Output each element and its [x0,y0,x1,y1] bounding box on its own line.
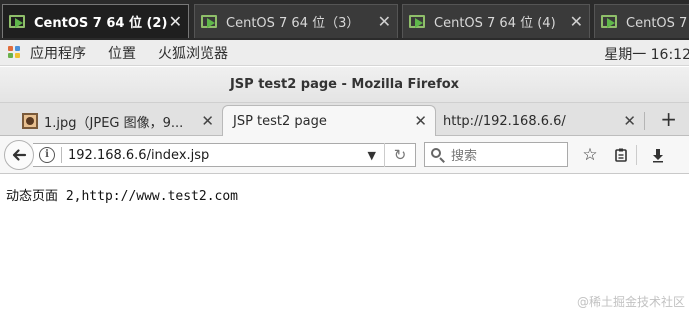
download-arrow-icon [653,149,663,163]
vm-tab-centos-4[interactable]: CentOS 7 64 位 (4) ✕ [402,4,590,38]
close-icon[interactable]: ✕ [570,12,583,31]
search-input[interactable]: 搜索 [424,142,568,167]
vm-running-icon [601,14,619,30]
close-icon[interactable]: ✕ [201,112,214,130]
search-icon [431,147,445,163]
site-info-icon[interactable]: i [39,147,55,163]
history-dropdown-icon[interactable]: ▼ [368,149,376,162]
vm-tab-centos-3[interactable]: CentOS 7 64 位（3） ✕ [194,4,398,38]
vm-tab-strip: CentOS 7 64 位 (2) ✕ CentOS 7 64 位（3） ✕ C… [0,0,689,40]
downloads-button[interactable] [648,144,668,166]
vm-tab-centos-2[interactable]: CentOS 7 64 位 (2) ✕ [2,4,189,38]
back-button[interactable] [4,140,34,170]
browser-tab-strip: 1.jpg（JPEG 图像，9... ✕ JSP test2 page ✕ ht… [0,103,689,137]
vm-running-icon [409,14,427,30]
tab-separator [644,112,645,130]
tab-jpeg-image[interactable]: 1.jpg（JPEG 图像，9... ✕ [22,106,222,136]
places-menu[interactable]: 位置 [108,43,136,63]
close-icon[interactable]: ✕ [623,112,636,130]
url-input[interactable]: 192.168.6.6/index.jsp [68,148,368,163]
clipboard-icon [615,148,627,162]
toolbar-separator [636,145,637,165]
page-content: 动态页面 2,http://www.test2.com @稀土掘金技术社区 [0,175,689,314]
tab-label: 1.jpg（JPEG 图像，9... [44,115,184,131]
applications-icon [8,45,22,60]
close-icon[interactable]: ✕ [169,12,182,31]
new-tab-button[interactable]: + [660,108,677,130]
gnome-top-bar: 应用程序 位置 火狐浏览器 星期一 16:12 [0,40,689,66]
tab-label: JSP test2 page [233,114,327,129]
tab-http-192[interactable]: http://192.168.6.6/ ✕ [436,106,644,136]
close-icon[interactable]: ✕ [378,12,391,31]
back-arrow-icon [12,149,27,161]
bookmark-star-button[interactable]: ☆ [580,144,600,166]
image-favicon-icon [22,113,38,129]
close-icon[interactable]: ✕ [414,112,427,130]
navigation-toolbar: i 192.168.6.6/index.jsp ▼ ↻ 搜索 ☆ [0,136,689,174]
url-divider [61,147,62,163]
tab-jsp-test2[interactable]: JSP test2 page ✕ [222,105,436,137]
vm-tab-label: CentOS 7 64 位 [626,16,689,31]
url-bar[interactable]: i 192.168.6.6/index.jsp ▼ ↻ [33,143,416,167]
reading-list-button[interactable] [611,144,631,166]
clock[interactable]: 星期一 16:12 [604,44,689,64]
vm-tab-label: CentOS 7 64 位（3） [226,16,360,31]
vm-tab-centos[interactable]: CentOS 7 64 位 [594,4,689,38]
firefox-app-menu[interactable]: 火狐浏览器 [158,43,228,63]
vm-running-icon [9,14,27,30]
vm-tab-label: CentOS 7 64 位 (4) [434,16,556,31]
page-body-text: 动态页面 2,http://www.test2.com [6,189,239,204]
vm-tab-label: CentOS 7 64 位 (2) [34,16,168,31]
vm-running-icon [201,14,219,30]
watermark: @稀土掘金技术社区 [576,295,685,309]
star-icon: ☆ [582,145,598,165]
reload-icon[interactable]: ↻ [385,146,415,164]
search-placeholder: 搜索 [451,149,478,164]
tab-label: http://192.168.6.6/ [443,113,566,129]
window-title: JSP test2 page - Mozilla Firefox [0,67,689,103]
applications-menu[interactable]: 应用程序 [30,43,86,63]
